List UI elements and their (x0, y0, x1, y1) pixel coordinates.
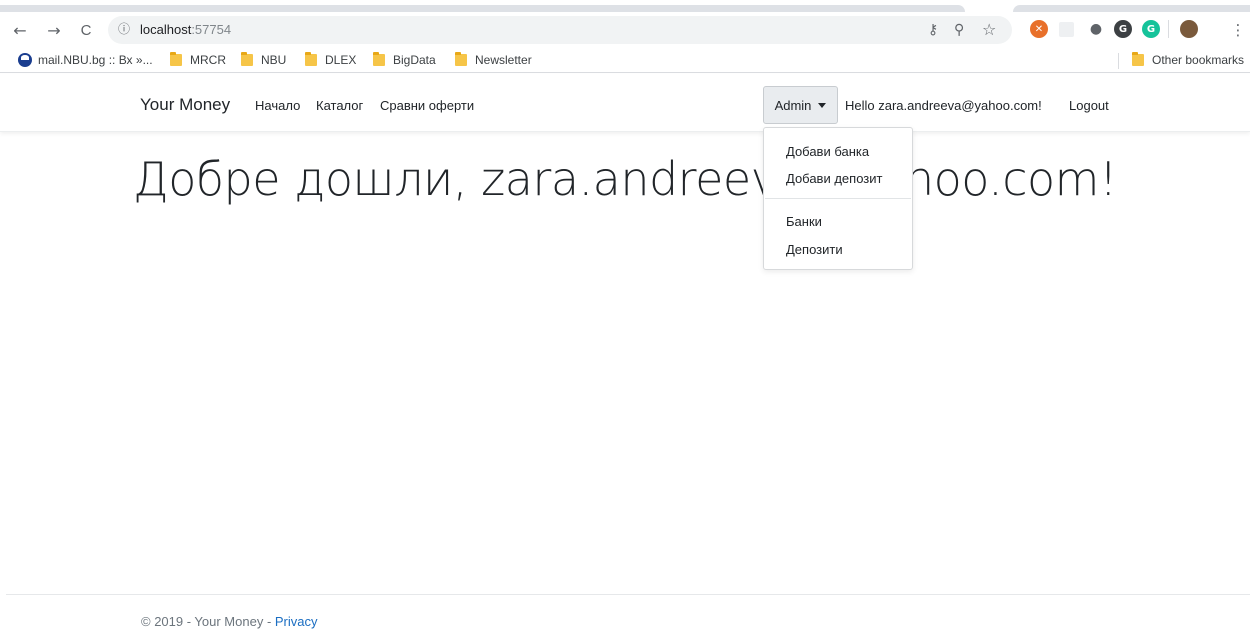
menu-item-add-bank[interactable]: Добави банка (786, 144, 869, 159)
reload-icon[interactable]: C (74, 18, 98, 42)
zoom-icon[interactable]: ⚲ (954, 22, 964, 38)
bookmark-bigdata[interactable]: BigData (373, 52, 436, 67)
back-arrow-icon[interactable]: ← (8, 18, 32, 42)
other-bookmarks[interactable]: Other bookmarks (1132, 52, 1245, 67)
key-icon[interactable]: ⚷ (928, 22, 938, 38)
address-url[interactable]: localhost:57754 (140, 22, 231, 37)
folder-icon (455, 52, 467, 66)
nav-link-catalog[interactable]: Каталог (316, 98, 363, 113)
folder-icon (241, 52, 253, 66)
folder-icon (305, 52, 317, 66)
menu-item-add-deposit[interactable]: Добави депозит (786, 171, 882, 186)
bookmark-label: MRCR (190, 53, 226, 67)
bookmark-star-icon[interactable]: ☆ (982, 20, 996, 39)
browser-tab[interactable] (1013, 5, 1250, 12)
brand-link[interactable]: Your Money (140, 95, 230, 115)
menu-item-banks[interactable]: Банки (786, 214, 822, 229)
footer: © 2019 - Your Money - Privacy (141, 614, 318, 629)
folder-icon (1132, 52, 1144, 66)
logout-link[interactable]: Logout (1069, 98, 1109, 113)
caret-down-icon (818, 102, 827, 108)
bookmark-nbu[interactable]: NBU (241, 52, 287, 67)
bookmarks-bar: mail.NBU.bg :: Вх »... MRCR NBU DLEX Big… (0, 48, 1250, 73)
welcome-heading: Добре дошли, zara.andreeva@yahoo.com! (133, 152, 1117, 206)
url-host: localhost (140, 22, 192, 37)
admin-label: Admin (774, 97, 812, 113)
nbu-logo-icon (18, 53, 32, 67)
profile-avatar-icon[interactable] (1180, 20, 1198, 38)
browser-tab-active[interactable] (0, 5, 965, 12)
extension-ghostery-icon[interactable]: G (1114, 20, 1132, 38)
info-icon[interactable]: ⓘ (116, 21, 132, 37)
tab-strip (0, 0, 1250, 12)
extension-orange-icon[interactable]: ✕ (1030, 20, 1048, 38)
footer-divider (6, 594, 1250, 595)
folder-icon (373, 52, 385, 66)
bookmark-label: mail.NBU.bg :: Вх »... (38, 53, 153, 67)
bookmark-label: Newsletter (475, 53, 532, 67)
bookmark-mrcr[interactable]: MRCR (170, 52, 226, 67)
toolbar-divider (1168, 20, 1169, 38)
url-port: :57754 (191, 22, 232, 37)
nav-link-home[interactable]: Начало (255, 98, 300, 113)
menu-divider (765, 198, 911, 199)
bookmarks-divider (1118, 53, 1119, 69)
footer-copyright: © 2019 - Your Money - (141, 614, 275, 629)
bookmark-mail-nbu[interactable]: mail.NBU.bg :: Вх »... (18, 53, 153, 67)
bookmark-newsletter[interactable]: Newsletter (455, 52, 532, 67)
admin-dropdown-button[interactable]: Admin (763, 86, 838, 124)
privacy-link[interactable]: Privacy (275, 614, 318, 629)
user-greeting[interactable]: Hello zara.andreeva@yahoo.com! (845, 98, 1042, 113)
extension-brain-icon[interactable]: ● (1087, 20, 1105, 38)
forward-arrow-icon[interactable]: → (42, 18, 66, 42)
grammarly-icon[interactable]: G (1142, 20, 1160, 38)
extension-blank-icon[interactable] (1059, 22, 1074, 37)
site-navbar: Your Money Начало Каталог Сравни оферти … (0, 74, 1250, 132)
bookmark-label: DLEX (325, 53, 357, 67)
nav-link-compare-offers[interactable]: Сравни оферти (380, 98, 474, 113)
browser-menu-icon[interactable]: ⋮ (1226, 18, 1250, 42)
admin-dropdown-menu: Добави банка Добави депозит Банки Депози… (763, 127, 913, 270)
bookmark-dlex[interactable]: DLEX (305, 52, 357, 67)
menu-item-deposits[interactable]: Депозити (786, 242, 843, 257)
bookmark-label: Other bookmarks (1152, 53, 1245, 67)
folder-icon (170, 52, 182, 66)
bookmark-label: BigData (393, 53, 436, 67)
bookmark-label: NBU (261, 53, 287, 67)
address-bar[interactable]: ⓘ localhost:57754 ⚷ ⚲ ☆ (108, 16, 1012, 44)
